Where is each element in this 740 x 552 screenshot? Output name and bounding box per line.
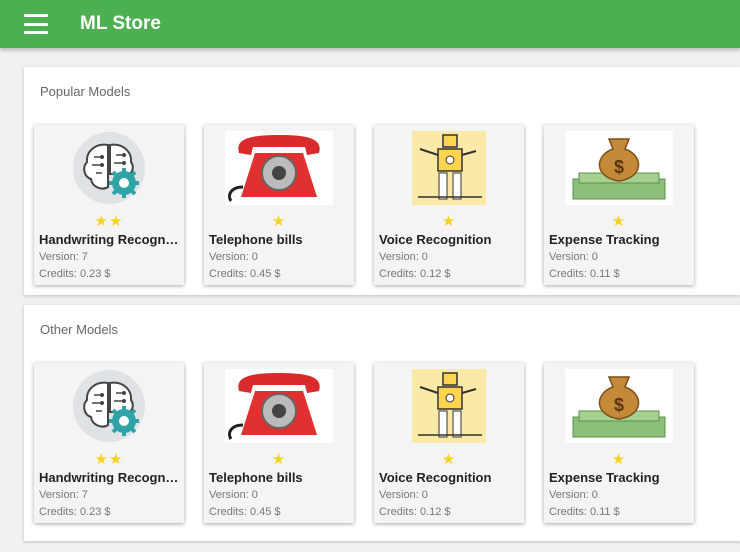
model-name: Handwriting Recognition [39,232,181,247]
model-credits: Credits: 0.23 $ [39,268,111,280]
other-models-section: Other Models ★★ Handwriting Recognition … [24,305,740,541]
svg-text:$: $ [614,157,624,177]
model-version: Version: 0 [549,251,598,263]
model-credits: Credits: 0.45 $ [209,506,281,518]
model-credits: Credits: 0.11 $ [549,268,620,280]
hamburger-menu-icon[interactable] [24,14,48,34]
model-version: Version: 7 [39,251,88,263]
model-version: Version: 0 [549,489,598,501]
model-card[interactable]: ★ Voice Recognition Version: 0 Credits: … [374,363,524,523]
rating-stars: ★ [611,213,627,230]
model-name: Expense Tracking [549,232,660,247]
model-version: Version: 0 [209,489,258,501]
model-card[interactable]: ★ Telephone bills Version: 0 Credits: 0.… [204,363,354,523]
model-name: Handwriting Recognition [39,470,181,485]
rating-stars: ★ [611,451,627,468]
model-name: Expense Tracking [549,470,660,485]
model-credits: Credits: 0.11 $ [549,506,620,518]
model-card[interactable]: ★ Voice Recognition Version: 0 Credits: … [374,125,524,285]
app-bar: ML Store [0,0,740,48]
svg-text:$: $ [614,395,624,415]
brain-gear-icon [72,369,146,443]
model-version: Version: 0 [209,251,258,263]
section-title: Popular Models [40,84,131,99]
model-name: Telephone bills [209,470,303,485]
telephone-icon [225,131,333,205]
rating-stars: ★ [441,213,457,230]
rating-stars: ★ [441,451,457,468]
rating-stars: ★★ [94,451,124,468]
robot-icon [412,131,486,205]
rating-stars: ★ [271,213,287,230]
model-card[interactable]: $ ★ Expense Tracking Version: 0 Credits:… [544,125,694,285]
rating-stars: ★ [271,451,287,468]
model-name: Voice Recognition [379,470,492,485]
model-credits: Credits: 0.45 $ [209,268,281,280]
section-title: Other Models [40,322,119,337]
model-card[interactable]: ★★ Handwriting Recognition Version: 7 Cr… [34,125,184,285]
money-bag-icon: $ [565,131,673,205]
model-version: Version: 0 [379,251,428,263]
model-credits: Credits: 0.12 $ [379,268,451,280]
model-card[interactable]: $ ★ Expense Tracking Version: 0 Credits:… [544,363,694,523]
model-version: Version: 7 [39,489,88,501]
brain-gear-icon [72,131,146,205]
popular-models-section: Popular Models ★★ Handwriting Recognitio… [24,67,740,295]
model-card[interactable]: ★ Telephone bills Version: 0 Credits: 0.… [204,125,354,285]
model-version: Version: 0 [379,489,428,501]
telephone-icon [225,369,333,443]
app-title: ML Store [80,13,161,34]
robot-icon [412,369,486,443]
model-name: Telephone bills [209,232,303,247]
money-bag-icon: $ [565,369,673,443]
model-credits: Credits: 0.12 $ [379,506,451,518]
rating-stars: ★★ [94,213,124,230]
model-card[interactable]: ★★ Handwriting Recognition Version: 7 Cr… [34,363,184,523]
model-name: Voice Recognition [379,232,492,247]
model-credits: Credits: 0.23 $ [39,506,111,518]
